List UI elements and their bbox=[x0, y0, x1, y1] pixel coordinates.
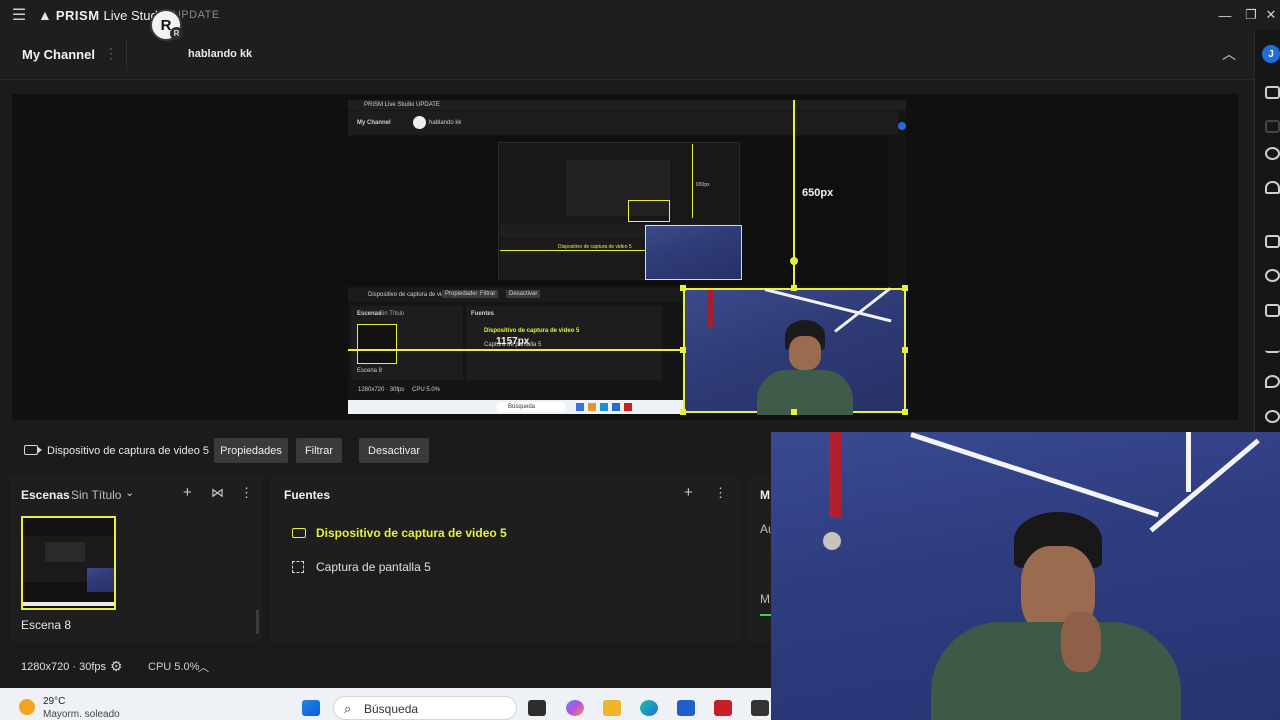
channel-name[interactable]: hablando kk bbox=[188, 48, 252, 60]
profile-avatar[interactable]: J bbox=[1262, 45, 1280, 63]
virtual-camera-icon[interactable] bbox=[1265, 269, 1280, 282]
close-icon[interactable]: ✕ bbox=[1258, 0, 1280, 30]
heart-icon[interactable] bbox=[1265, 375, 1280, 388]
scenes-more-icon[interactable]: ⋮ bbox=[240, 485, 253, 501]
sources-more-icon[interactable]: ⋮ bbox=[714, 485, 727, 501]
mini-nested-650: 650px bbox=[696, 182, 710, 188]
weather-icon[interactable] bbox=[19, 699, 35, 715]
more-options-icon[interactable]: ⋮ bbox=[104, 45, 118, 62]
horizontal-guide-line bbox=[348, 349, 684, 351]
guide-handle[interactable] bbox=[790, 257, 798, 265]
webcam-source-selection[interactable] bbox=[683, 287, 906, 415]
mini-res: 1280x720 · 30fps bbox=[358, 387, 405, 393]
scene-thumbnail[interactable] bbox=[21, 516, 116, 610]
task-view-icon[interactable] bbox=[528, 700, 546, 716]
mini-channel-title: My Channel bbox=[357, 120, 391, 126]
mini-nested-source: Dispositivo de captura de video 5 bbox=[558, 244, 632, 250]
divider bbox=[126, 40, 127, 70]
cpu-usage: CPU 5.0% bbox=[148, 661, 200, 673]
app-brand: PRISM bbox=[55, 7, 100, 23]
height-guide-label: 650px bbox=[802, 187, 834, 199]
source-item-video-device[interactable]: Dispositivo de captura de video 5 bbox=[316, 526, 507, 540]
mini-sources: Fuentes bbox=[471, 311, 495, 317]
resize-handle-tl[interactable] bbox=[680, 285, 686, 291]
resize-handle-tr[interactable] bbox=[902, 285, 908, 291]
mini-app-title: PRISM Live Studio UPDATE bbox=[364, 102, 440, 108]
resize-handle-br[interactable] bbox=[902, 409, 908, 415]
selected-source-name: Dispositivo de captura de video 5 bbox=[47, 445, 210, 457]
width-guide-label: 1157px bbox=[496, 336, 530, 347]
dropbox-icon[interactable] bbox=[751, 700, 769, 716]
file-explorer-icon[interactable] bbox=[603, 700, 621, 716]
collapse-chevron-icon[interactable]: ︿ bbox=[1222, 44, 1236, 64]
taskbar-search[interactable]: ⌕ Búsqueda bbox=[333, 696, 517, 720]
title-bar: ☰ ▲ PRISM Live Studio UPDATE bbox=[0, 0, 1280, 30]
chevron-up-icon[interactable]: ︿ bbox=[198, 659, 209, 675]
resize-handle-mr[interactable] bbox=[902, 347, 908, 353]
draw-icon[interactable] bbox=[1265, 340, 1280, 353]
scenes-title: Escenas bbox=[21, 488, 70, 502]
prism-logo-icon: ▲ bbox=[38, 7, 52, 23]
copy-icon[interactable] bbox=[1265, 304, 1280, 317]
edge-icon[interactable] bbox=[640, 700, 658, 716]
resize-handle-bl[interactable] bbox=[680, 409, 686, 415]
weather-description: Mayorm. soleado bbox=[43, 709, 120, 720]
mini-props: Propiedades bbox=[442, 290, 482, 298]
mini-src1: Dispositivo de captura de video 5 bbox=[484, 328, 580, 334]
copilot-icon[interactable] bbox=[566, 700, 584, 716]
resize-handle-tc[interactable] bbox=[791, 285, 797, 291]
transition-icon[interactable]: ⋈ bbox=[211, 485, 224, 501]
channel-bar: My Channel ⋮ hablando kk ︿ bbox=[0, 30, 1254, 80]
hamburger-menu-icon[interactable]: ☰ bbox=[0, 0, 38, 30]
filter-button[interactable]: Filtrar bbox=[296, 438, 342, 463]
speed-icon[interactable] bbox=[1265, 410, 1280, 423]
search-icon: ⌕ bbox=[344, 701, 352, 716]
mini-channel-name: hablando kk bbox=[429, 120, 462, 126]
sources-panel bbox=[270, 476, 740, 642]
scene-item-label[interactable]: Escena 8 bbox=[21, 618, 71, 632]
video-camera-icon bbox=[24, 445, 42, 455]
temperature: 29°C bbox=[43, 696, 66, 707]
resize-handle-bc[interactable] bbox=[791, 409, 797, 415]
webcam-overlay bbox=[771, 432, 1280, 720]
notification-icon[interactable] bbox=[1265, 181, 1280, 194]
avatar-badge: R bbox=[170, 27, 183, 40]
mini-filter: Filtrar bbox=[477, 290, 499, 298]
mini-scene: Escena 8 bbox=[357, 368, 383, 374]
windows-start-icon[interactable] bbox=[302, 700, 320, 716]
search-placeholder: Búsqueda bbox=[364, 702, 419, 716]
chevron-down-icon[interactable]: ⌄ bbox=[125, 486, 134, 499]
video-device-icon bbox=[292, 528, 306, 538]
properties-button[interactable]: Propiedades bbox=[214, 438, 288, 463]
mini-search: Búsqueda bbox=[508, 404, 536, 410]
minimize-icon[interactable]: — bbox=[1212, 0, 1238, 30]
mini-scenes: Escenas bbox=[357, 311, 382, 317]
layout-icon[interactable] bbox=[1265, 86, 1280, 99]
resolution-fps: 1280x720 · 30fps bbox=[21, 661, 107, 673]
scene-collection-dropdown[interactable]: Sin Título bbox=[71, 488, 121, 502]
mini-untitled: Sin Título bbox=[379, 311, 405, 317]
mcafee-icon[interactable] bbox=[714, 700, 732, 716]
add-source-icon[interactable]: + bbox=[684, 484, 693, 501]
add-scene-icon[interactable]: + bbox=[183, 484, 192, 501]
source-item-screen-capture[interactable]: Captura de pantalla 5 bbox=[316, 560, 431, 574]
mixer-row-2: M bbox=[760, 592, 770, 606]
resize-handle-ml[interactable] bbox=[680, 347, 686, 353]
mini-cpu: CPU 5.0% bbox=[412, 387, 441, 393]
deactivate-button[interactable]: Desactivar bbox=[359, 438, 429, 463]
camera-icon[interactable] bbox=[1265, 235, 1280, 248]
mini-deactivate: Desactivar bbox=[506, 290, 541, 298]
scenes-scrollbar[interactable] bbox=[256, 610, 259, 634]
mixer-title: M bbox=[760, 488, 770, 502]
settings-gear-icon[interactable]: ⚙ bbox=[110, 658, 123, 675]
store-icon[interactable] bbox=[677, 700, 695, 716]
sources-title: Fuentes bbox=[284, 488, 331, 502]
widget-icon[interactable] bbox=[1265, 120, 1280, 133]
chat-icon[interactable] bbox=[1265, 147, 1280, 160]
screen-capture-icon bbox=[292, 561, 304, 573]
my-channel-title[interactable]: My Channel bbox=[22, 47, 95, 62]
